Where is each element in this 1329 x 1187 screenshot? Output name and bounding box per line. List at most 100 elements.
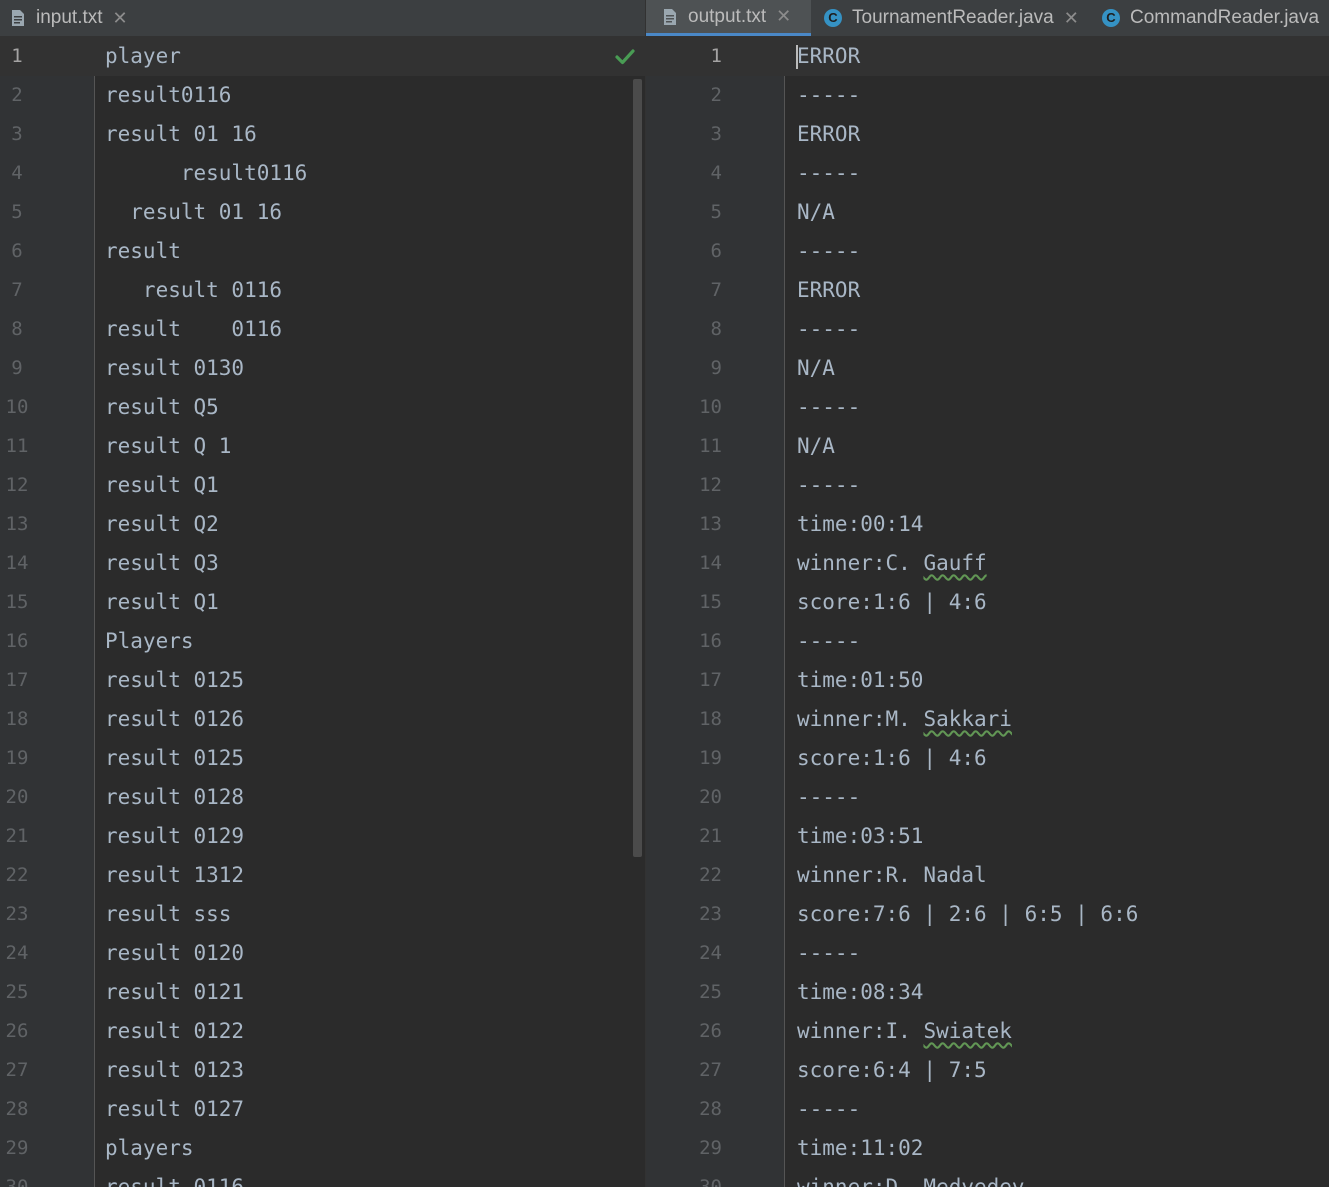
line-number: 27 bbox=[5, 1059, 29, 1081]
code-line[interactable]: 20 ----- bbox=[646, 778, 1329, 817]
code-line[interactable]: 12 result Q1 bbox=[0, 466, 646, 505]
code-line[interactable]: 24 result 0120 bbox=[0, 934, 646, 973]
code-line[interactable]: 26 result 0122 bbox=[0, 1012, 646, 1051]
tab-input-txt[interactable]: input.txt ✕ bbox=[0, 0, 146, 36]
close-tab-icon[interactable]: ✕ bbox=[113, 8, 128, 29]
code-line[interactable]: 11 N/A bbox=[646, 427, 1329, 466]
line-text: result 0122 bbox=[105, 1019, 245, 1043]
line-number: 18 bbox=[699, 708, 722, 730]
code-line[interactable]: 6 result bbox=[0, 232, 646, 271]
spelling-warning[interactable]: Gauff bbox=[923, 551, 986, 575]
line-number: 11 bbox=[5, 435, 29, 457]
code-line[interactable]: 9 result 0130 bbox=[0, 349, 646, 388]
code-line[interactable]: 14 winner:C. Gauff bbox=[646, 544, 1329, 583]
code-line[interactable]: 21 result 0129 bbox=[0, 817, 646, 856]
line-number: 6 bbox=[710, 240, 722, 262]
code-line[interactable]: 28 result 0127 bbox=[0, 1090, 646, 1129]
code-line[interactable]: 5 N/A bbox=[646, 193, 1329, 232]
code-line[interactable]: 30 winner:D. Medvedev bbox=[646, 1168, 1329, 1187]
code-line[interactable]: 21 time:03:51 bbox=[646, 817, 1329, 856]
code-line[interactable]: 11 result Q 1 bbox=[0, 427, 646, 466]
code-line[interactable]: 7 ERROR bbox=[646, 271, 1329, 310]
code-line[interactable]: 1 player bbox=[0, 37, 646, 76]
vertical-scrollbar[interactable] bbox=[633, 79, 642, 857]
code-line[interactable]: 4 result0116 bbox=[0, 154, 646, 193]
line-number: 9 bbox=[710, 357, 722, 379]
line-number: 26 bbox=[699, 1020, 722, 1042]
code-line[interactable]: 16 ----- bbox=[646, 622, 1329, 661]
code-line[interactable]: 3 result 01 16 bbox=[0, 115, 646, 154]
code-line[interactable]: 3 ERROR bbox=[646, 115, 1329, 154]
code-line[interactable]: 12 ----- bbox=[646, 466, 1329, 505]
inspection-ok-check-icon[interactable] bbox=[612, 45, 638, 69]
code-line[interactable]: 1 ERROR bbox=[646, 37, 1329, 76]
code-line[interactable]: 5 result 01 16 bbox=[0, 193, 646, 232]
line-number: 24 bbox=[5, 942, 29, 964]
code-line[interactable]: 26 winner:I. Swiatek bbox=[646, 1012, 1329, 1051]
code-line[interactable]: 16 Players bbox=[0, 622, 646, 661]
output-editor[interactable]: 1 ERROR 2 ----- 3 ERROR 4 ----- 5 N/A 6 ----- 7 ERROR… bbox=[646, 37, 1329, 1187]
tab-command-reader-java[interactable]: C CommandReader.java bbox=[1102, 0, 1329, 36]
code-line[interactable]: 23 result sss bbox=[0, 895, 646, 934]
code-line[interactable]: 17 result 0125 bbox=[0, 661, 646, 700]
line-number: 9 bbox=[11, 357, 23, 379]
code-line[interactable]: 22 result 1312 bbox=[0, 856, 646, 895]
code-line[interactable]: 8 result 0116 bbox=[0, 310, 646, 349]
line-number: 7 bbox=[11, 279, 23, 301]
code-line[interactable]: 15 score:1:6 | 4:6 bbox=[646, 583, 1329, 622]
line-number: 8 bbox=[710, 318, 722, 340]
tab-tournament-reader-java[interactable]: C TournamentReader.java ✕ bbox=[824, 0, 1099, 36]
code-line[interactable]: 27 score:6:4 | 7:5 bbox=[646, 1051, 1329, 1090]
code-line[interactable]: 10 result Q5 bbox=[0, 388, 646, 427]
code-line[interactable]: 29 time:11:02 bbox=[646, 1129, 1329, 1168]
code-line[interactable]: 13 result Q2 bbox=[0, 505, 646, 544]
spelling-warning[interactable]: Sakkari bbox=[923, 707, 1012, 731]
line-text: ERROR bbox=[797, 278, 861, 302]
line-number: 15 bbox=[699, 591, 722, 613]
code-line[interactable]: 10 ----- bbox=[646, 388, 1329, 427]
code-line[interactable]: 28 ----- bbox=[646, 1090, 1329, 1129]
line-number: 27 bbox=[699, 1059, 722, 1081]
code-line[interactable]: 2 result0116 bbox=[0, 76, 646, 115]
code-line[interactable]: 24 ----- bbox=[646, 934, 1329, 973]
spelling-warning[interactable]: Swiatek bbox=[923, 1019, 1012, 1043]
code-line[interactable]: 14 result Q3 bbox=[0, 544, 646, 583]
code-line[interactable]: 22 winner:R. Nadal bbox=[646, 856, 1329, 895]
code-line[interactable]: 19 score:1:6 | 4:6 bbox=[646, 739, 1329, 778]
line-number: 1 bbox=[710, 45, 722, 67]
line-text: result 0116 bbox=[105, 1175, 245, 1187]
line-number: 22 bbox=[5, 864, 29, 886]
line-number: 30 bbox=[699, 1176, 722, 1187]
code-line[interactable]: 4 ----- bbox=[646, 154, 1329, 193]
code-line[interactable]: 7 result 0116 bbox=[0, 271, 646, 310]
code-line[interactable]: 15 result Q1 bbox=[0, 583, 646, 622]
code-line[interactable]: 27 result 0123 bbox=[0, 1051, 646, 1090]
code-line[interactable]: 23 score:7:6 | 2:6 | 6:5 | 6:6 bbox=[646, 895, 1329, 934]
code-line[interactable]: 17 time:01:50 bbox=[646, 661, 1329, 700]
line-number: 14 bbox=[699, 552, 722, 574]
line-number: 6 bbox=[11, 240, 23, 262]
close-tab-icon[interactable]: ✕ bbox=[776, 6, 791, 27]
code-line[interactable]: 18 winner:M. Sakkari bbox=[646, 700, 1329, 739]
tab-output-txt[interactable]: output.txt ✕ bbox=[646, 0, 811, 36]
code-line[interactable]: 20 result 0128 bbox=[0, 778, 646, 817]
code-line[interactable]: 19 result 0125 bbox=[0, 739, 646, 778]
line-text: time:08:34 bbox=[797, 980, 924, 1004]
code-line[interactable]: 25 result 0121 bbox=[0, 973, 646, 1012]
code-line[interactable]: 25 time:08:34 bbox=[646, 973, 1329, 1012]
line-number: 28 bbox=[5, 1098, 29, 1120]
code-line[interactable]: 13 time:00:14 bbox=[646, 505, 1329, 544]
code-line[interactable]: 9 N/A bbox=[646, 349, 1329, 388]
code-line[interactable]: 30 result 0116 bbox=[0, 1168, 646, 1187]
close-tab-icon[interactable]: ✕ bbox=[1064, 8, 1079, 29]
code-line[interactable]: 8 ----- bbox=[646, 310, 1329, 349]
line-number: 23 bbox=[699, 903, 722, 925]
line-text: winner:D. Medvedev bbox=[797, 1175, 1025, 1187]
code-line[interactable]: 29 players bbox=[0, 1129, 646, 1168]
code-line[interactable]: 18 result 0126 bbox=[0, 700, 646, 739]
line-number: 8 bbox=[11, 318, 23, 340]
code-line[interactable]: 2 ----- bbox=[646, 76, 1329, 115]
input-editor[interactable]: 1 player 2 result0116 3 result 01 16 4 result0… bbox=[0, 37, 646, 1187]
line-number: 2 bbox=[710, 84, 722, 106]
code-line[interactable]: 6 ----- bbox=[646, 232, 1329, 271]
